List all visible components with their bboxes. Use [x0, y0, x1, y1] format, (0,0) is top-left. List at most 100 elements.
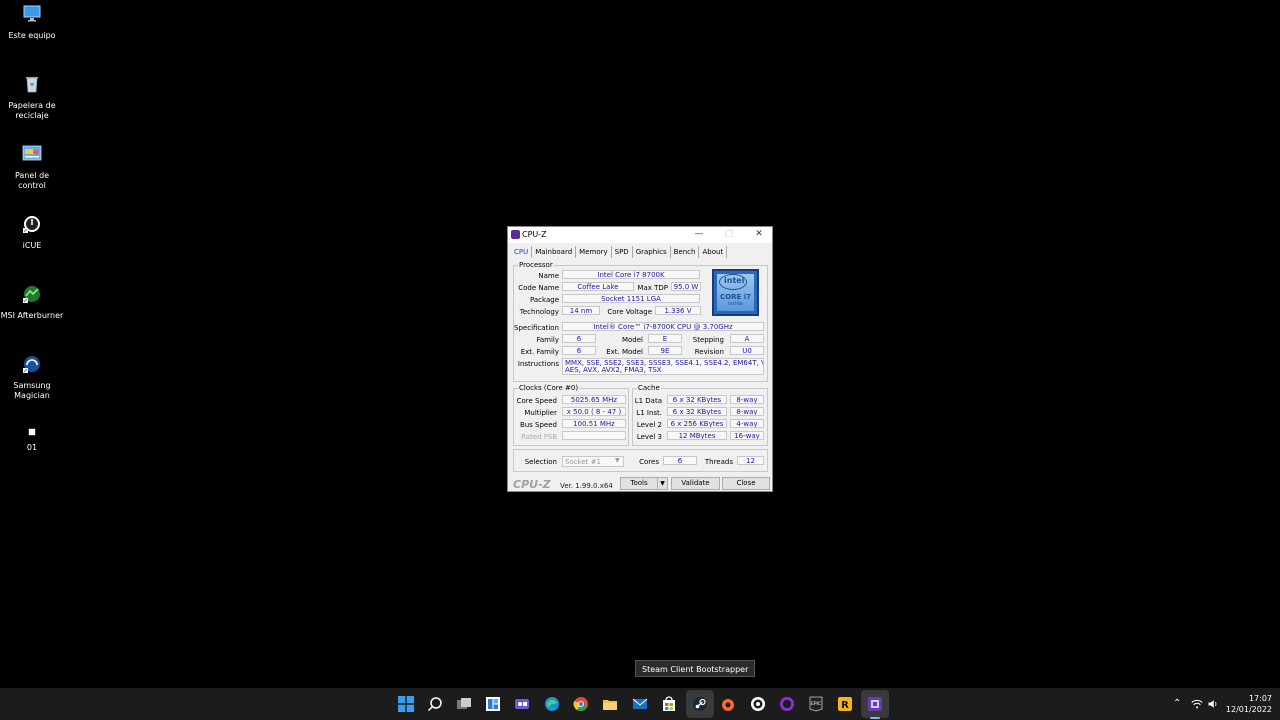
svg-text:EPIC: EPIC	[811, 701, 821, 707]
chevron-down-icon: ▼	[660, 480, 665, 487]
speaker-icon[interactable]	[1207, 698, 1219, 710]
desktop-icon-label: Panel de control	[14, 171, 50, 190]
desktop-icon-panel-control[interactable]: Panel de control	[0, 144, 64, 191]
mail-icon[interactable]	[632, 696, 648, 712]
close-window-button[interactable]: ✕	[744, 227, 774, 243]
chat-icon[interactable]	[514, 696, 530, 712]
close-button[interactable]: Close	[722, 477, 770, 490]
tab-bar: CPU Mainboard Memory SPD Graphics Bench …	[511, 246, 728, 258]
origin-icon[interactable]	[720, 696, 736, 712]
tab-memory[interactable]: Memory	[576, 246, 612, 258]
desktop-icon-label: MSI Afterburner	[0, 311, 64, 320]
intel-core-i7-logo: intel CORE i7 inside	[712, 269, 759, 316]
tab-about[interactable]: About	[699, 246, 728, 258]
name-label: Name	[538, 272, 559, 280]
msi-afterburner-icon	[23, 286, 40, 303]
multiplier-value: x 50.0 ( 8 - 47 )	[562, 407, 626, 416]
corevoltage-label: Core Voltage	[607, 308, 652, 316]
specification-value: Intel® Core™ i7-8700K CPU @ 3.70GHz	[562, 322, 764, 331]
desktop-icon-samsung-magician[interactable]: Samsung Magician	[0, 354, 64, 401]
threads-label: Threads	[704, 458, 733, 466]
taskbar-tooltip: Steam Client Bootstrapper	[635, 660, 756, 677]
task-view-icon[interactable]	[456, 696, 472, 712]
family-label: Family	[536, 336, 559, 344]
revision-label: Revision	[694, 348, 724, 356]
family-value: 6	[562, 334, 596, 343]
cache-row-way: 8-way	[730, 395, 764, 404]
taskbar-clock[interactable]: 17:07 12/01/2022	[1226, 693, 1272, 715]
codename-value: Coffee Lake	[562, 282, 634, 291]
tab-bench[interactable]: Bench	[671, 246, 700, 258]
desktop-icon-label: iCUE	[22, 241, 42, 250]
revision-value: U0	[730, 346, 764, 355]
tools-button[interactable]: Tools	[620, 477, 658, 490]
instructions-value-line2: AES, AVX, AVX2, FMA3, TSX	[562, 366, 764, 375]
ratedfsb-label: Rated FSB	[521, 433, 557, 441]
corevoltage-value: 1.336 V	[655, 306, 701, 315]
maxtdp-label: Max TDP	[637, 284, 668, 292]
epic-games-icon[interactable]: EPIC	[808, 696, 824, 712]
desktop-icon-01[interactable]: 01	[0, 428, 64, 453]
desktop-icon-este-equipo[interactable]: Este equipo	[0, 4, 64, 41]
corespeed-label: Core Speed	[516, 397, 557, 405]
tab-graphics[interactable]: Graphics	[633, 246, 671, 258]
stepping-label: Stepping	[692, 336, 724, 344]
cpuz-taskbar-icon[interactable]	[867, 696, 883, 712]
desktop-icon-label: 01	[26, 443, 38, 452]
clock-date: 12/01/2022	[1225, 705, 1272, 714]
monitor-icon	[23, 5, 41, 22]
tools-dropdown-button[interactable]: ▼	[657, 477, 668, 490]
instructions-label: Instructions	[517, 360, 559, 368]
cache-row-size: 12 MBytes	[667, 431, 727, 440]
steam-icon[interactable]	[692, 696, 708, 712]
desktop-icon-icue[interactable]: iCUE	[0, 214, 64, 251]
busspeed-label: Bus Speed	[519, 421, 557, 429]
active-app-indicator	[870, 717, 880, 719]
samsung-magician-icon	[23, 356, 40, 373]
desktop-icon-msi-afterburner[interactable]: MSI Afterburner	[0, 284, 64, 321]
codename-label: Code Name	[518, 284, 559, 292]
stepping-value: A	[730, 334, 764, 343]
edge-icon[interactable]	[544, 696, 560, 712]
file-explorer-icon[interactable]	[602, 696, 618, 712]
chrome-icon[interactable]	[573, 696, 589, 712]
tab-cpu[interactable]: CPU	[511, 246, 533, 258]
widgets-icon[interactable]	[485, 696, 501, 712]
intel-logo-line1: CORE i7	[720, 293, 751, 301]
icue-icon	[23, 216, 40, 233]
extmodel-value: 9E	[648, 346, 682, 355]
cache-row-label: Level 3	[636, 433, 662, 441]
cache-row-way: 16-way	[730, 431, 764, 440]
tab-mainboard[interactable]: Mainboard	[532, 246, 577, 258]
file-icon	[28, 428, 36, 436]
name-value: Intel Core i7 8700K	[562, 270, 700, 279]
cache-row-size: 6 x 256 KBytes	[667, 419, 727, 428]
wifi-icon[interactable]	[1191, 698, 1203, 710]
cache-row-way: 4-way	[730, 419, 764, 428]
svg-text:R: R	[841, 700, 849, 711]
maximize-button[interactable]: □	[714, 227, 744, 243]
threads-value: 12	[737, 456, 764, 465]
validate-button[interactable]: Validate	[671, 477, 720, 490]
version-text: Ver. 1.99.0.x64	[560, 482, 613, 490]
search-icon[interactable]	[427, 696, 443, 712]
desktop-icon-papelera[interactable]: Papelera de reciclaje	[0, 74, 64, 121]
extfamily-value: 6	[562, 346, 596, 355]
store-icon[interactable]	[661, 696, 677, 712]
chevron-up-icon[interactable]: ⌃	[1173, 698, 1181, 709]
clocks-group-title: Clocks (Core #0)	[518, 384, 580, 392]
gog-galaxy-icon[interactable]	[779, 696, 795, 712]
windows-start-icon[interactable]	[398, 696, 414, 712]
ubisoft-icon[interactable]	[750, 696, 766, 712]
rockstar-launcher-icon[interactable]: R	[837, 696, 853, 712]
model-value: E	[648, 334, 682, 343]
minimize-button[interactable]: —	[684, 227, 714, 243]
cache-group-title: Cache	[637, 384, 661, 392]
corespeed-value: 5025.65 MHz	[562, 395, 626, 404]
chevron-down-icon[interactable]: ▼	[615, 457, 620, 464]
tab-spd[interactable]: SPD	[612, 246, 633, 258]
control-panel-icon	[22, 145, 42, 161]
model-label: Model	[621, 336, 643, 344]
title-bar[interactable]: CPU-Z — □ ✕	[508, 227, 772, 243]
clock-time: 17:07	[1248, 694, 1272, 703]
